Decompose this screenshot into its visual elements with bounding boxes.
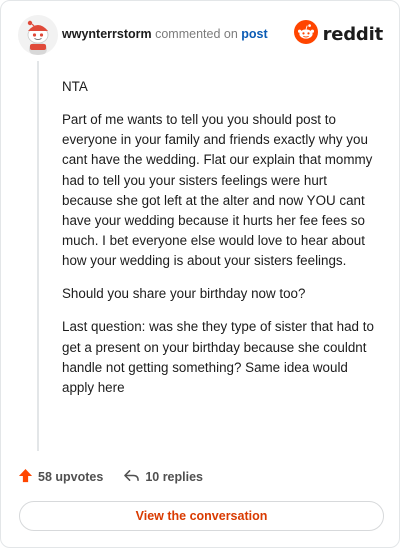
comment-header: wwynterrstorm commented on post reddit (18, 15, 385, 55)
comment-paragraph: Last question: was she they type of sist… (62, 319, 374, 396)
username[interactable]: wwynterrstorm (62, 27, 152, 41)
comment-body: NTA Part of me wants to tell you you sho… (62, 77, 374, 411)
comment-stats: 58 upvotes 10 replies (18, 467, 203, 487)
thread-line (37, 61, 39, 451)
view-conversation-button[interactable]: View the conversation (19, 501, 384, 531)
upvote-arrow-icon (18, 468, 33, 486)
reply-arrow-icon (123, 468, 140, 486)
comment-card: wwynterrstorm commented on post reddit N… (0, 0, 400, 548)
comment-paragraph: NTA (62, 79, 88, 94)
reddit-wordmark: reddit (322, 23, 384, 45)
replies-stat[interactable]: 10 replies (123, 468, 203, 486)
upvotes-stat[interactable]: 58 upvotes (18, 468, 103, 486)
reddit-logo-icon (293, 19, 318, 49)
comment-paragraph: Should you share your birthday now too? (62, 286, 306, 302)
upvotes-count: 58 upvotes (38, 470, 104, 484)
commented-on-text: commented on (155, 27, 238, 41)
reddit-brand[interactable]: reddit (293, 19, 384, 49)
replies-count: 10 replies (145, 470, 203, 484)
snoo-avatar-icon[interactable] (18, 15, 58, 55)
comment-paragraph: Part of me wants to tell you you should … (62, 112, 373, 269)
comment-meta: wwynterrstorm commented on post (62, 27, 268, 41)
post-link[interactable]: post (241, 27, 267, 41)
